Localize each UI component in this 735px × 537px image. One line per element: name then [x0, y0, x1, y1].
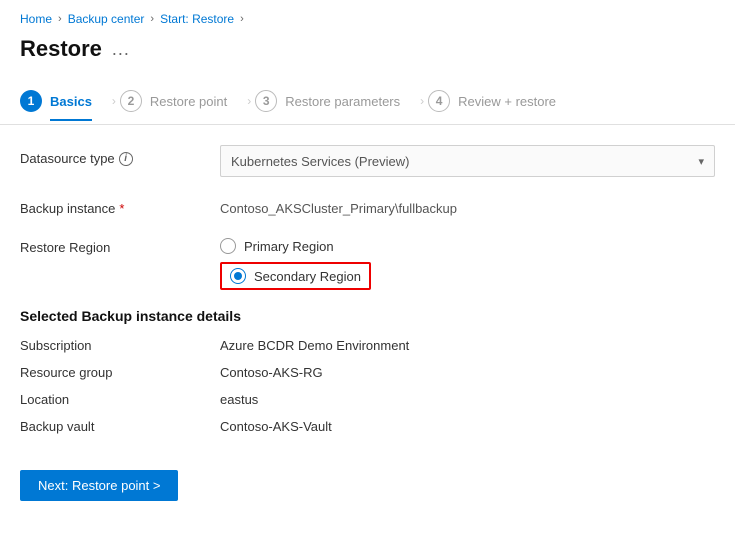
- step-sep-1: ›: [112, 94, 116, 108]
- step-circle-4: 4: [428, 90, 450, 112]
- wizard-steps: 1 Basics › 2 Restore point › 3 Restore p…: [0, 78, 735, 125]
- detail-value-backup-vault: Contoso-AKS-Vault: [220, 419, 332, 434]
- radio-inner-secondary: [234, 272, 242, 280]
- section-heading: Selected Backup instance details: [20, 308, 715, 324]
- backup-instance-required: *: [119, 201, 124, 216]
- form-area: Datasource type i Kubernetes Services (P…: [0, 145, 735, 434]
- restore-region-radio-group: Primary Region Secondary Region: [220, 234, 715, 290]
- datasource-info-icon[interactable]: i: [119, 152, 133, 166]
- detail-value-subscription: Azure BCDR Demo Environment: [220, 338, 409, 353]
- breadcrumb: Home › Backup center › Start: Restore ›: [0, 0, 735, 32]
- wizard-step-restore-point[interactable]: 2 Restore point: [120, 78, 247, 124]
- datasource-type-dropdown[interactable]: Kubernetes Services (Preview) ▾: [220, 145, 715, 177]
- selected-backup-section: Selected Backup instance details Subscri…: [20, 308, 715, 434]
- wizard-step-restore-params[interactable]: 3 Restore parameters: [255, 78, 420, 124]
- detail-row-subscription: Subscription Azure BCDR Demo Environment: [20, 338, 715, 353]
- step-circle-3: 3: [255, 90, 277, 112]
- detail-label-location: Location: [20, 392, 220, 407]
- step-sep-2: ›: [247, 94, 251, 108]
- detail-label-resource-group: Resource group: [20, 365, 220, 380]
- detail-row-location: Location eastus: [20, 392, 715, 407]
- dropdown-arrow-icon: ▾: [698, 155, 704, 168]
- breadcrumb-home[interactable]: Home: [20, 12, 52, 26]
- breadcrumb-sep-3: ›: [240, 13, 244, 25]
- wizard-step-review[interactable]: 4 Review + restore: [428, 78, 576, 124]
- detail-value-resource-group: Contoso-AKS-RG: [220, 365, 323, 380]
- step-label-basics: Basics: [50, 94, 92, 121]
- wizard-step-basics[interactable]: 1 Basics: [20, 78, 112, 124]
- detail-value-location: eastus: [220, 392, 258, 407]
- breadcrumb-sep-1: ›: [58, 13, 62, 25]
- backup-instance-value: Contoso_AKSCluster_Primary\fullbackup: [220, 195, 715, 216]
- next-button[interactable]: Next: Restore point >: [20, 470, 178, 501]
- step-label-review: Review + restore: [458, 94, 556, 109]
- restore-region-row: Restore Region Primary Region Secondary …: [20, 234, 715, 290]
- step-label-restore-params: Restore parameters: [285, 94, 400, 109]
- backup-instance-row: Backup instance * Contoso_AKSCluster_Pri…: [20, 195, 715, 216]
- step-circle-2: 2: [120, 90, 142, 112]
- breadcrumb-current: Start: Restore: [160, 12, 234, 26]
- breadcrumb-backup-center[interactable]: Backup center: [68, 12, 145, 26]
- backup-instance-label: Backup instance *: [20, 195, 220, 216]
- secondary-region-label: Secondary Region: [254, 269, 361, 284]
- primary-region-label: Primary Region: [244, 239, 334, 254]
- restore-region-label: Restore Region: [20, 234, 220, 255]
- radio-circle-primary: [220, 238, 236, 254]
- page-title-row: Restore ...: [0, 32, 735, 78]
- radio-primary-region[interactable]: Primary Region: [220, 238, 715, 254]
- page-title: Restore: [20, 36, 102, 62]
- step-label-restore-point: Restore point: [150, 94, 227, 109]
- datasource-type-row: Datasource type i Kubernetes Services (P…: [20, 145, 715, 177]
- step-circle-1: 1: [20, 90, 42, 112]
- datasource-type-label: Datasource type i: [20, 145, 220, 166]
- breadcrumb-sep-2: ›: [150, 13, 154, 25]
- detail-label-subscription: Subscription: [20, 338, 220, 353]
- radio-circle-secondary: [230, 268, 246, 284]
- radio-secondary-region[interactable]: Secondary Region: [220, 262, 371, 290]
- more-options-icon[interactable]: ...: [112, 39, 130, 60]
- step-sep-3: ›: [420, 94, 424, 108]
- datasource-type-value: Kubernetes Services (Preview): [231, 154, 409, 169]
- bottom-bar: Next: Restore point >: [0, 454, 735, 517]
- detail-label-backup-vault: Backup vault: [20, 419, 220, 434]
- detail-row-backup-vault: Backup vault Contoso-AKS-Vault: [20, 419, 715, 434]
- detail-row-resource-group: Resource group Contoso-AKS-RG: [20, 365, 715, 380]
